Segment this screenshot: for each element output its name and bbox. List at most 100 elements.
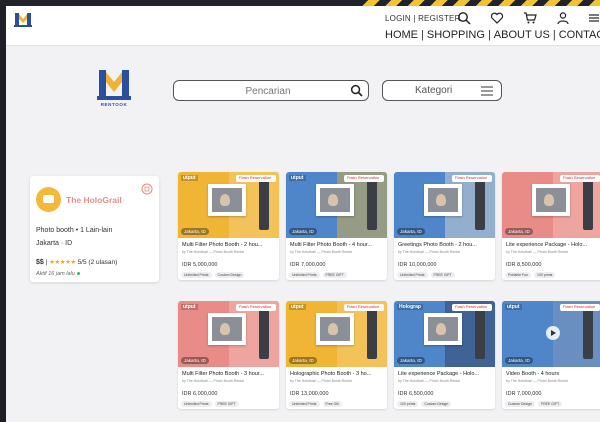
feature-chip: Unlimited Prints (289, 272, 320, 278)
feature-chips: Unlimited Prints FREE GIFT (397, 272, 455, 278)
product-card[interactable]: Flash Reservation Jakarta, ID Greetings P… (394, 172, 495, 280)
product-card[interactable]: utput Flash Reservation Jakarta, ID Multi … (286, 172, 387, 280)
nav-separator: | (552, 29, 556, 41)
flash-reservation-badge: Flash Reservation (560, 175, 600, 182)
location-pill: Jakarta, ID (289, 228, 317, 235)
product-vendor: by The Hololivari — Photo Booth Rental (182, 250, 244, 254)
location-pill: Jakarta, ID (289, 357, 317, 364)
photo-strip (208, 184, 246, 216)
product-title[interactable]: Multi Filter Photo Booth - 3 hour... (182, 371, 276, 377)
product-title[interactable]: Multi Filter Photo Booth - 2 hou... (182, 242, 276, 248)
product-card[interactable]: Flash Reservation Jakarta, ID Lite experi… (502, 172, 600, 280)
feature-chip: FREE GIFT (537, 401, 563, 407)
header-icons (457, 11, 600, 25)
product-card[interactable]: Holograp Flash Reservation Jakarta, ID Lit… (394, 301, 495, 409)
feature-chips: Portable Fun 100 prints (505, 272, 556, 278)
feature-chip: FREE GIFT (430, 272, 455, 278)
store-icon[interactable] (141, 183, 153, 195)
play-icon[interactable] (546, 326, 560, 340)
product-price: IDR 6,500,000 (398, 391, 434, 397)
feature-chip: Custom Design (505, 401, 535, 407)
brand-logo-icon[interactable]: RENTOOK (96, 64, 132, 108)
flash-reservation-badge: Flash Reservation (344, 175, 384, 182)
booth-kiosk (367, 309, 377, 359)
vendor-rating: $$ | ★★★★★ 5/5 (2 ulasan) (36, 259, 118, 266)
photo-strip (208, 313, 246, 345)
product-vendor: by The Hololivari — Photo Booth Rental (506, 250, 568, 254)
product-card[interactable]: utput Flash Reservation Jakarta, ID Hologr… (286, 301, 387, 409)
product-title[interactable]: Holographic Photo Booth - 3 ho... (290, 371, 384, 377)
nav-contact-us[interactable]: CONTACT US (559, 29, 600, 41)
product-image[interactable]: Flash Reservation Jakarta, ID (394, 172, 495, 238)
flash-reservation-badge: Flash Reservation (452, 304, 492, 311)
product-image[interactable]: utput Flash Reservation Jakarta, ID (178, 301, 279, 367)
product-vendor: by The Hololivari — Photo Booth Rental (182, 379, 244, 383)
product-image[interactable]: utput Flash Reservation Jakarta, ID (502, 301, 600, 367)
product-title[interactable]: Greetings Photo Booth - 2 hou... (398, 242, 492, 248)
product-image[interactable]: utput Flash Reservation Jakarta, ID (178, 172, 279, 238)
vendor-category: Photo booth • 1 Lain-lain (36, 227, 113, 234)
nav-about-us[interactable]: ABOUT US (494, 29, 550, 41)
booth-kiosk (367, 180, 377, 230)
site-logo-icon[interactable] (12, 8, 34, 30)
product-image[interactable]: Holograp Flash Reservation Jakarta, ID (394, 301, 495, 367)
product-image[interactable]: utput Flash Reservation Jakarta, ID (286, 301, 387, 367)
feature-chips: 100 prints Custom Design (397, 401, 452, 407)
nav-shopping[interactable]: SHOPPING (427, 29, 485, 41)
hamburger-icon (481, 86, 493, 96)
product-card[interactable]: utput Flash Reservation Jakarta, ID Multi … (178, 172, 279, 280)
product-card[interactable]: utput Flash Reservation Jakarta, ID Video … (502, 301, 600, 409)
photo-strip (316, 184, 354, 216)
product-vendor: by The Hololivari — Photo Booth Rental (398, 250, 460, 254)
cart-icon[interactable] (523, 11, 540, 25)
star-rating-icon: ★★★★★ (49, 259, 76, 266)
location-pill: Jakarta, ID (181, 357, 209, 364)
feature-chips: Unlimited Prints Free GB (289, 401, 342, 407)
heart-icon[interactable] (490, 11, 507, 25)
vendor-name[interactable]: The HoloGrail (66, 195, 122, 205)
feature-chip: FREE GIFT (322, 272, 347, 278)
vendor-active-status: Aktif 16 jam lalu (36, 271, 80, 277)
product-image[interactable]: utput Flash Reservation Jakarta, ID (286, 172, 387, 238)
feature-chip: Unlimited Prints (289, 401, 320, 407)
product-image[interactable]: Flash Reservation Jakarta, ID (502, 172, 600, 238)
feature-chips: Unlimited Prints FREE GIFT (181, 401, 239, 407)
product-price: IDR 6,000,000 (182, 391, 218, 397)
booth-kiosk (259, 180, 269, 230)
auth-separator: | (413, 14, 416, 23)
feature-chip: Custom Design (214, 272, 245, 278)
flash-reservation-badge: Flash Reservation (344, 304, 384, 311)
search-input[interactable] (174, 82, 344, 101)
feature-chips: Unlimited Prints Custom Design (181, 272, 245, 278)
image-tag: utput (289, 304, 306, 310)
feature-chip: Unlimited Prints (181, 272, 212, 278)
product-title[interactable]: Multi Filter Photo Booth - 4 hour... (290, 242, 384, 248)
review-count[interactable]: (2 ulasan) (88, 259, 117, 266)
nav-home[interactable]: HOME (385, 29, 418, 41)
user-icon[interactable] (556, 11, 573, 25)
product-vendor: by The Hololivari — Photo Booth Rental (290, 250, 352, 254)
product-price: IDR 13,000,000 (290, 391, 329, 397)
search-icon[interactable] (350, 84, 363, 97)
rating-score: 5/5 (77, 259, 87, 266)
camera-icon (43, 195, 54, 203)
photo-strip (424, 184, 462, 216)
image-tag: utput (289, 175, 306, 181)
nav-separator: | (487, 29, 491, 41)
flash-reservation-badge: Flash Reservation (236, 304, 276, 311)
menu-icon[interactable] (589, 11, 600, 25)
product-title[interactable]: Lite experience Package - Holo... (506, 242, 600, 248)
login-link[interactable]: LOGIN (385, 14, 411, 23)
product-title[interactable]: Lite experience Package - Holo... (398, 371, 492, 377)
product-title[interactable]: Video Booth - 4 hours (506, 371, 600, 377)
search-icon[interactable] (457, 11, 474, 25)
location-pill: Jakarta, ID (505, 228, 533, 235)
category-select[interactable]: Kategori (382, 80, 502, 101)
location-pill: Jakarta, ID (397, 228, 425, 235)
feature-chip: Unlimited Prints (397, 272, 428, 278)
product-card[interactable]: utput Flash Reservation Jakarta, ID Multi … (178, 301, 279, 409)
category-label: Kategori (415, 85, 453, 96)
register-link[interactable]: REGISTER (418, 14, 461, 23)
vendor-card[interactable]: The HoloGrail Photo booth • 1 Lain-lain … (30, 176, 159, 282)
feature-chips: Unlimited Prints FREE GIFT (289, 272, 347, 278)
